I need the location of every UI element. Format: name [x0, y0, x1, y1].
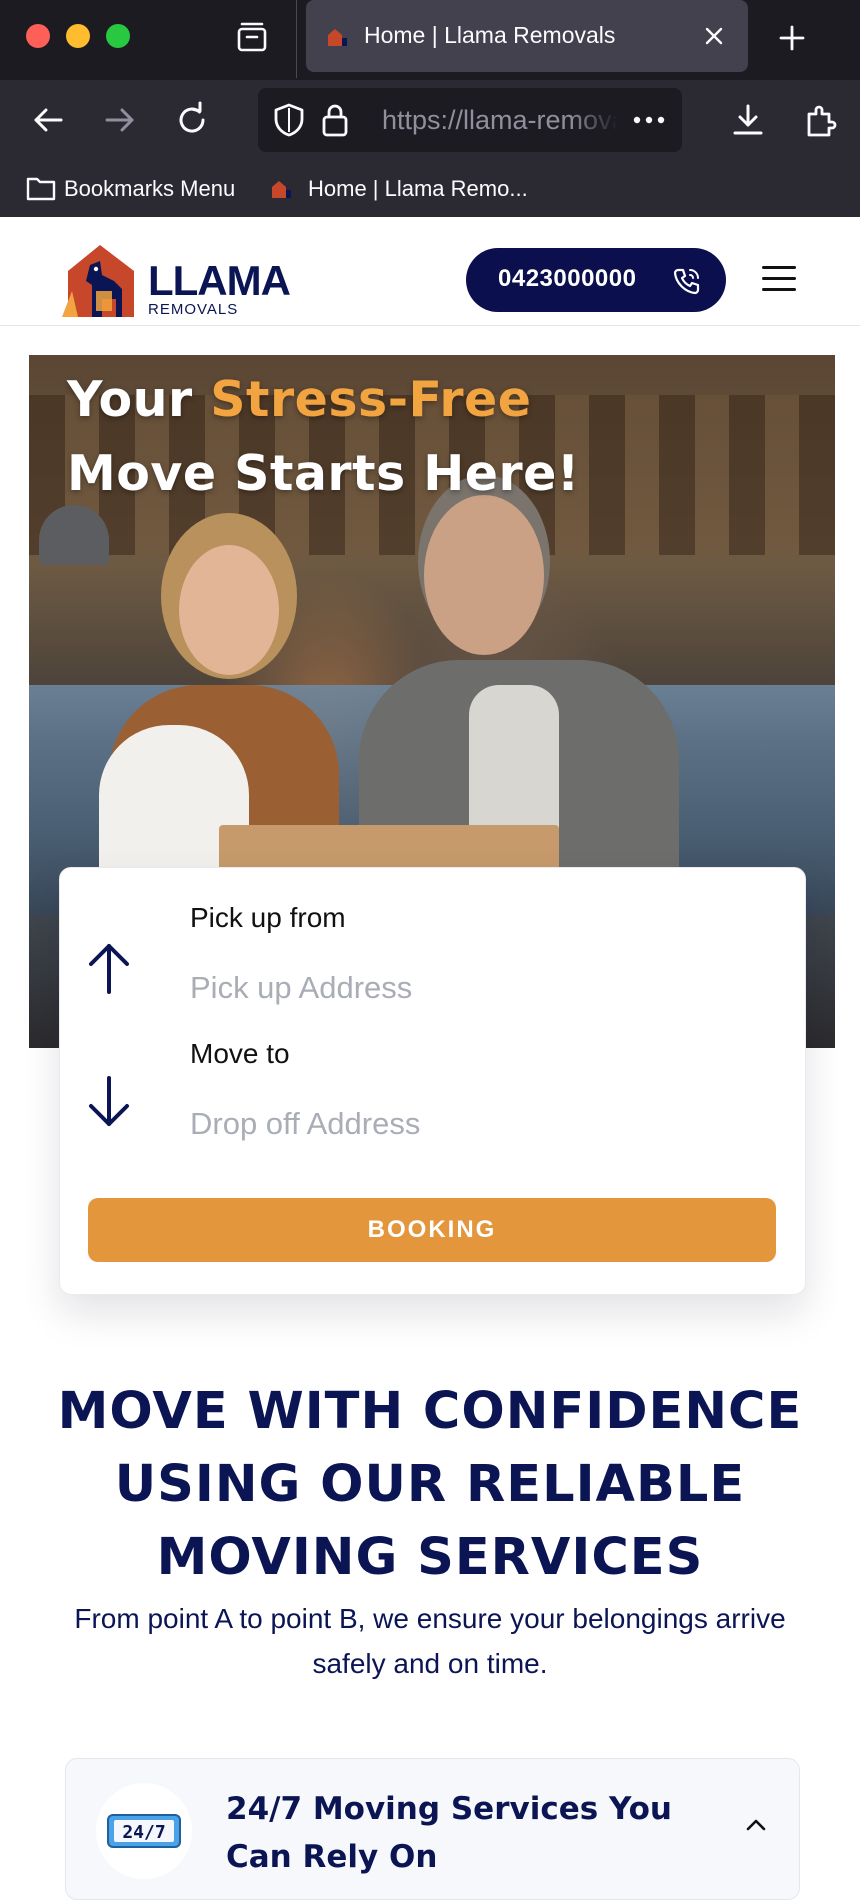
dropoff-address-input[interactable] — [188, 1100, 752, 1148]
phone-call-button[interactable]: 0423000000 — [466, 248, 726, 312]
service-icon-wrapper: 24/7 — [96, 1783, 192, 1879]
tab-active[interactable]: Home | Llama Removals — [306, 0, 748, 72]
shield-icon[interactable] — [272, 102, 306, 138]
hero-headline-line2: Move Starts Here! — [67, 445, 580, 502]
bookmarks-menu-link[interactable]: Bookmarks Menu — [64, 176, 235, 202]
tab-bar: Home | Llama Removals — [0, 0, 860, 80]
hero-headline-accent: Stress-Free — [210, 371, 532, 428]
service-title: 24/7 Moving Services You Can Rely On — [226, 1791, 672, 1875]
bookmark-favicon-icon — [272, 181, 291, 198]
logo[interactable]: LLAMA REMOVALS — [62, 241, 291, 321]
site-favicon-icon — [328, 29, 347, 46]
booking-button[interactable]: BOOKING — [88, 1198, 776, 1262]
llama-logo-icon — [62, 245, 134, 317]
logo-subtitle: REMOVALS — [148, 301, 239, 318]
chevron-up-icon[interactable] — [742, 1811, 770, 1839]
tab-overview-icon[interactable] — [232, 18, 272, 58]
arrow-down-icon — [89, 1076, 129, 1126]
close-tab-icon[interactable] — [698, 20, 730, 52]
navigation-bar: https://llama-removals.com.au — [0, 80, 860, 160]
phone-number: 0423000000 — [498, 265, 637, 292]
url-text: https://llama-removals.com.au — [382, 105, 618, 135]
24-7-icon-text: 24/7 — [122, 1822, 165, 1843]
bookmark-home-link[interactable]: Home | Llama Remo... — [308, 176, 528, 202]
service-accordion-item[interactable]: 24/7 24/7 Moving Services You Can Rely O… — [65, 1758, 800, 1900]
menu-icon[interactable] — [762, 264, 800, 294]
download-icon[interactable] — [728, 100, 768, 140]
close-window-button[interactable] — [26, 24, 50, 48]
bookmarks-toolbar: Bookmarks Menu Home | Llama Remo... — [0, 160, 860, 218]
extensions-icon[interactable] — [801, 100, 841, 140]
logo-word: LLAMA — [148, 257, 291, 304]
section-subtitle: From point A to point B, we ensure your … — [74, 1603, 786, 1679]
lock-icon[interactable] — [320, 101, 350, 139]
pickup-address-input[interactable] — [188, 964, 752, 1012]
dropoff-label: Move to — [190, 1038, 290, 1069]
hero-headline: Your Stress-Free Move Starts Here! — [67, 371, 580, 502]
forward-icon[interactable] — [100, 100, 140, 140]
site-header: LLAMA REMOVALS 0423000000 — [0, 217, 860, 326]
minimize-window-button[interactable] — [66, 24, 90, 48]
pickup-label: Pick up from — [190, 902, 346, 933]
folder-icon — [26, 177, 56, 201]
browser-chrome: Home | Llama Removals https://llama-remo… — [0, 0, 860, 218]
reload-icon[interactable] — [172, 100, 212, 140]
phone-icon — [673, 268, 700, 295]
maximize-window-button[interactable] — [106, 24, 130, 48]
back-icon[interactable] — [28, 100, 68, 140]
section-title: MOVE WITH CONFIDENCE USING OUR RELIABLE … — [57, 1382, 803, 1587]
new-tab-icon[interactable] — [772, 18, 812, 58]
booking-form: Pick up from Move to BOOKING — [59, 867, 806, 1295]
tab-separator — [296, 0, 297, 78]
arrow-up-icon — [89, 944, 129, 994]
24-7-icon: 24/7 — [107, 1814, 181, 1848]
tab-title: Home | Llama Removals — [364, 22, 616, 48]
more-options-icon[interactable] — [632, 110, 666, 130]
address-bar[interactable]: https://llama-removals.com.au — [258, 88, 682, 152]
